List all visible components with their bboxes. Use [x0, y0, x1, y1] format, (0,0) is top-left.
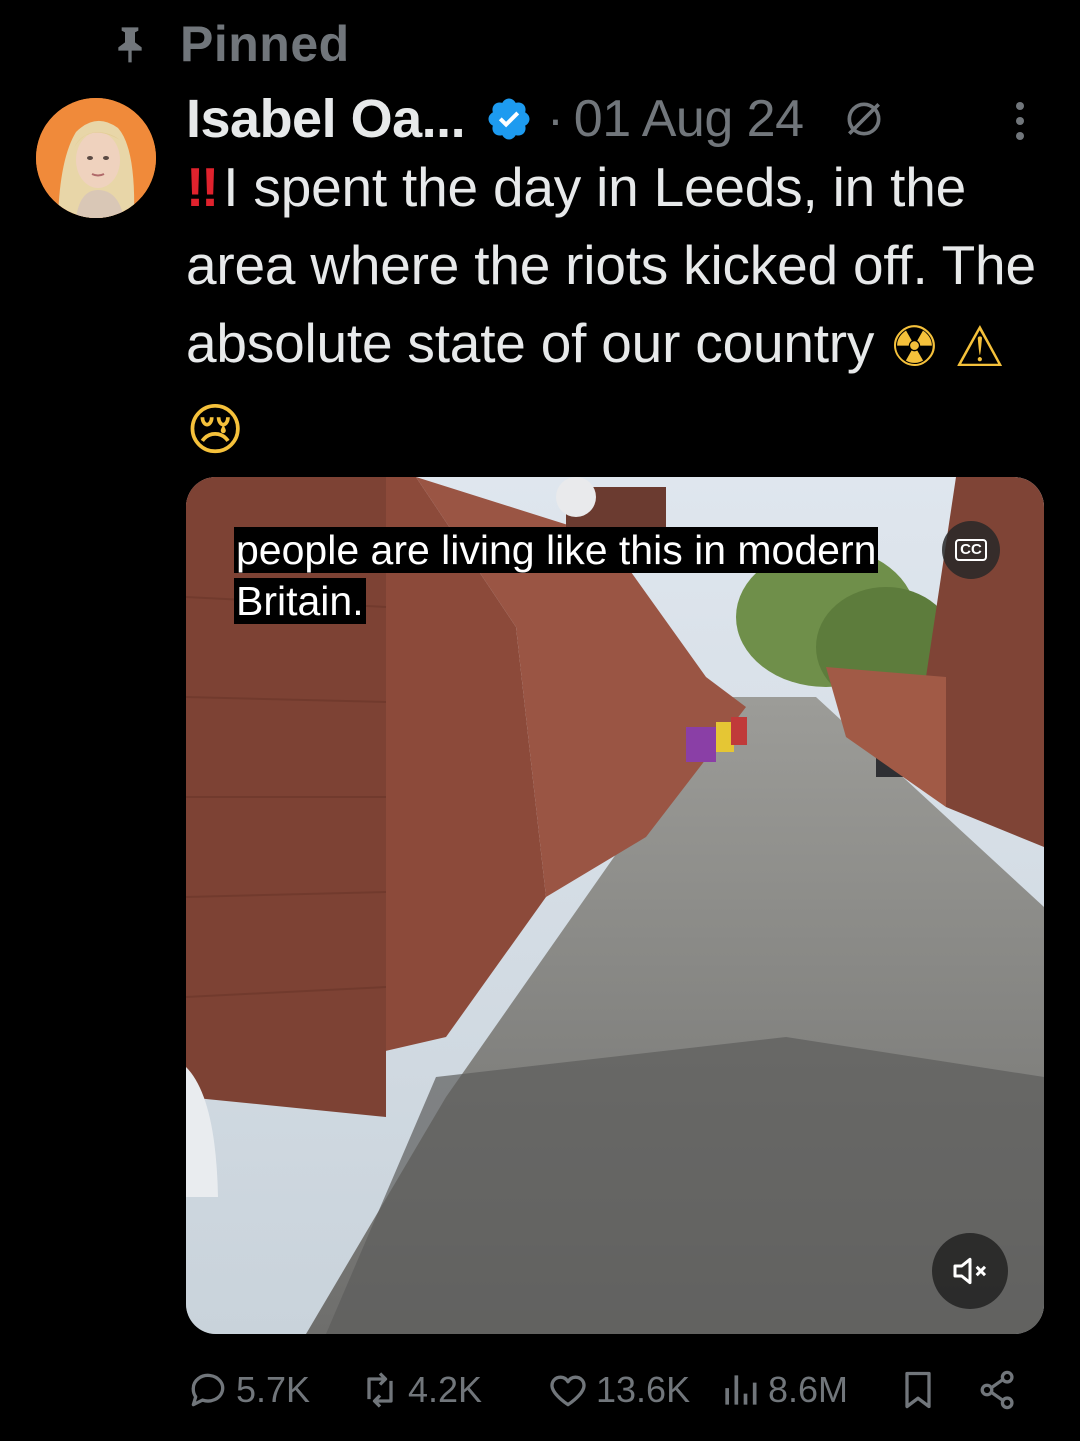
pin-icon — [118, 27, 142, 63]
cc-icon: CC — [955, 539, 987, 561]
views-icon — [725, 1375, 757, 1405]
video-player[interactable]: people are living like this in modern Br… — [186, 477, 1044, 1334]
repost-count: 4.2K — [408, 1369, 483, 1410]
speaker-muted-icon — [953, 1257, 987, 1285]
share-button[interactable] — [976, 1368, 1020, 1412]
warning-emoji: ⚠ — [954, 315, 1005, 380]
more-options-icon[interactable] — [1000, 96, 1040, 146]
closed-captions-button[interactable]: CC — [942, 521, 1000, 579]
share-icon — [980, 1370, 1014, 1410]
edited-icon[interactable] — [842, 97, 886, 141]
separator-dot: · — [547, 91, 564, 147]
video-caption: people are living like this in modern Br… — [234, 525, 924, 627]
reply-count: 5.7K — [236, 1369, 311, 1410]
avatar[interactable] — [36, 98, 156, 218]
repost-button[interactable]: 4.2K — [358, 1368, 482, 1412]
verified-badge-icon[interactable] — [485, 95, 533, 143]
mute-toggle-button[interactable] — [932, 1233, 1008, 1309]
caption-text: people are living like this in modern Br… — [234, 527, 879, 624]
author-name[interactable]: Isabel Oa... — [186, 88, 466, 150]
post-date[interactable]: 01 Aug 24 — [574, 89, 804, 149]
double-exclamation-emoji: ‼ — [186, 156, 219, 218]
post-header: Isabel Oa... · 01 Aug 24 — [186, 84, 886, 154]
pinned-label: Pinned — [180, 16, 350, 72]
view-count: 8.6M — [768, 1369, 849, 1410]
views-button[interactable]: 8.6M — [718, 1368, 848, 1412]
post-text: ‼ I spent the day in Leeds, in the area w… — [186, 148, 1036, 470]
reply-button[interactable]: 5.7K — [186, 1368, 310, 1412]
repost-icon — [367, 1372, 393, 1408]
pinned-indicator: Pinned — [110, 16, 350, 72]
like-button[interactable]: 13.6K — [546, 1368, 690, 1412]
bookmark-icon — [905, 1371, 931, 1409]
reply-icon — [191, 1373, 225, 1407]
heart-icon — [550, 1375, 586, 1407]
radioactive-emoji: ☢ — [889, 315, 940, 380]
crying-face-emoji: 😢 — [186, 398, 245, 463]
like-count: 13.6K — [596, 1369, 691, 1410]
action-bar: 5.7K 4.2K 13.6K 8.6M — [186, 1360, 1044, 1420]
bookmark-button[interactable] — [896, 1368, 940, 1412]
